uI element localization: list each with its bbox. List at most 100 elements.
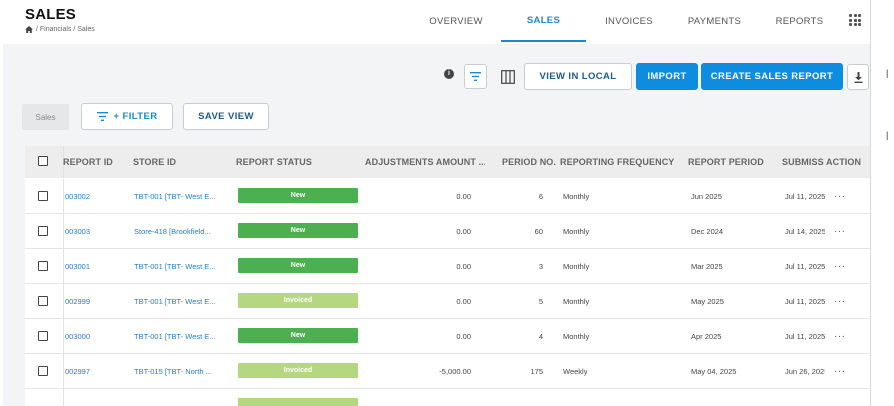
column-divider (63, 389, 64, 406)
status-badge: Invoiced (238, 293, 358, 308)
filter-lines-icon (470, 72, 481, 81)
reporting-frequency: Monthly (563, 332, 590, 341)
report-period: May 2025 (691, 297, 724, 306)
import-button[interactable]: IMPORT (636, 63, 698, 90)
table-row[interactable]: 003002 TBT-001 [TBT- West E... New 0.00 … (25, 179, 870, 214)
sales-table: REPORT ID STORE ID REPORT STATUS ADJUSTM… (25, 146, 870, 406)
report-period: Apr 2025 (691, 332, 722, 341)
adjustments-amount: 0.00 (456, 332, 471, 341)
save-view-button[interactable]: SAVE VIEW (183, 103, 269, 130)
tab-reports[interactable]: REPORTS (757, 0, 842, 42)
store-id-link[interactable]: Store-418 [Brookfield... (134, 214, 224, 249)
store-id-link[interactable]: TBT-001 [TBT- West E... (134, 249, 224, 284)
page-title: SALES (25, 6, 77, 23)
period-number: 5 (538, 297, 543, 306)
main-nav: OVERVIEW SALES INVOICES PAYMENTS REPORTS (411, 0, 842, 42)
store-id-link[interactable]: TBT-001 [TBT- West E... (134, 319, 224, 354)
column-divider (63, 214, 64, 248)
add-filter-label: + FILTER (113, 111, 158, 122)
adjustments-amount: 0.00 (456, 227, 471, 236)
breadcrumb: / Financials / Sales (25, 26, 95, 33)
column-divider (63, 249, 64, 283)
row-actions-menu[interactable]: ··· (834, 179, 846, 214)
tab-invoices[interactable]: INVOICES (586, 0, 672, 42)
column-header-store-id[interactable]: STORE ID (133, 146, 233, 178)
filter-list-button[interactable] (464, 64, 487, 89)
tab-payments[interactable]: PAYMENTS (672, 0, 757, 42)
apps-grid-icon[interactable] (849, 14, 861, 26)
row-actions-menu[interactable]: ··· (834, 284, 846, 319)
breadcrumb-text[interactable]: / Financials / Sales (36, 26, 95, 33)
report-id-link[interactable]: 003002 (65, 179, 131, 214)
adjustments-amount: -5,000.00 (439, 367, 471, 376)
reporting-frequency: Monthly (563, 262, 590, 271)
row-checkbox[interactable] (38, 366, 48, 376)
row-checkbox[interactable] (38, 261, 48, 271)
columns-button[interactable] (496, 64, 519, 89)
report-id-link[interactable]: 003003 (65, 214, 131, 249)
table-header: REPORT ID STORE ID REPORT STATUS ADJUSTM… (25, 146, 870, 178)
reporting-frequency: Monthly (563, 297, 590, 306)
period-number: 175 (530, 367, 543, 376)
view-in-local-button[interactable]: VIEW IN LOCAL (524, 63, 632, 90)
column-header-period-no[interactable]: PERIOD NO. (502, 146, 556, 178)
view-chip-sales[interactable]: Sales (22, 104, 69, 130)
tab-sales[interactable]: SALES (501, 0, 586, 42)
report-id-link[interactable]: 003001 (65, 249, 131, 284)
submission-date: Jul 11, 2025 (785, 262, 825, 271)
table-row[interactable]: 002999 TBT-001 [TBT- West E... Invoiced … (25, 284, 870, 319)
column-header-report-period[interactable]: REPORT PERIOD (688, 146, 776, 178)
report-id-link[interactable]: 003000 (65, 319, 131, 354)
period-number: 3 (538, 262, 543, 271)
download-icon (854, 71, 862, 83)
status-badge: Invoiced (238, 363, 358, 378)
column-divider (63, 354, 64, 388)
report-period: Dec 2024 (691, 227, 724, 236)
tab-overview[interactable]: OVERVIEW (411, 0, 501, 42)
column-divider (63, 179, 64, 213)
table-row[interactable]: 003003 Store-418 [Brookfield... New 0.00… (25, 214, 870, 249)
period-number: 6 (538, 192, 543, 201)
table-row[interactable]: 003001 TBT-001 [TBT- West E... New 0.00 … (25, 249, 870, 284)
row-actions-menu[interactable]: ··· (834, 249, 846, 284)
column-header-report-status[interactable]: REPORT STATUS (236, 146, 356, 178)
row-checkbox[interactable] (38, 226, 48, 236)
column-header-adjustments-amount[interactable]: ADJUSTMENTS AMOUNT ... (365, 146, 485, 178)
edge-tick: | (886, 68, 889, 78)
column-header-report-id[interactable]: REPORT ID (63, 146, 133, 178)
period-number: 60 (534, 227, 543, 236)
column-header-submission[interactable]: SUBMISSI (782, 146, 824, 178)
table-row[interactable]: 003000 TBT-001 [TBT- West E... New 0.00 … (25, 319, 870, 354)
row-checkbox[interactable] (38, 191, 48, 201)
create-sales-report-button[interactable]: CREATE SALES REPORT (701, 63, 843, 90)
row-actions-menu[interactable]: ··· (834, 319, 846, 354)
row-checkbox[interactable] (38, 296, 48, 306)
row-checkbox[interactable] (38, 331, 48, 341)
report-id-link[interactable]: 002999 (65, 284, 131, 319)
reporting-frequency: Weekly (563, 367, 588, 376)
column-divider (63, 284, 64, 318)
store-id-link[interactable]: TBT-001 [TBT- West E... (134, 284, 224, 319)
table-row-partial[interactable] (25, 389, 870, 406)
submission-date: Jul 11, 2025 (785, 297, 825, 306)
status-badge: New (238, 258, 358, 273)
adjustments-amount: 0.00 (456, 192, 471, 201)
select-all-checkbox[interactable] (38, 156, 48, 166)
column-header-reporting-frequency[interactable]: REPORTING FREQUENCY (560, 146, 680, 178)
info-icon[interactable]: i (444, 69, 454, 79)
adjustments-amount: 0.00 (456, 297, 471, 306)
row-actions-menu[interactable]: ··· (834, 214, 846, 249)
table-row[interactable]: 002997 TBT-015 [TBT- North ... Invoiced … (25, 354, 870, 389)
status-badge: New (238, 188, 358, 203)
download-button[interactable] (847, 64, 869, 90)
filter-icon (96, 112, 108, 121)
report-id-link[interactable]: 002997 (65, 354, 131, 389)
store-id-link[interactable]: TBT-015 [TBT- North ... (134, 354, 224, 389)
reporting-frequency: Monthly (563, 227, 590, 236)
store-id-link[interactable]: TBT-001 [TBT- West E... (134, 179, 224, 214)
status-badge: New (238, 328, 358, 343)
status-badge: New (238, 223, 358, 238)
row-actions-menu[interactable]: ··· (834, 354, 846, 389)
home-icon[interactable] (25, 26, 33, 33)
add-filter-button[interactable]: + FILTER (81, 103, 173, 130)
